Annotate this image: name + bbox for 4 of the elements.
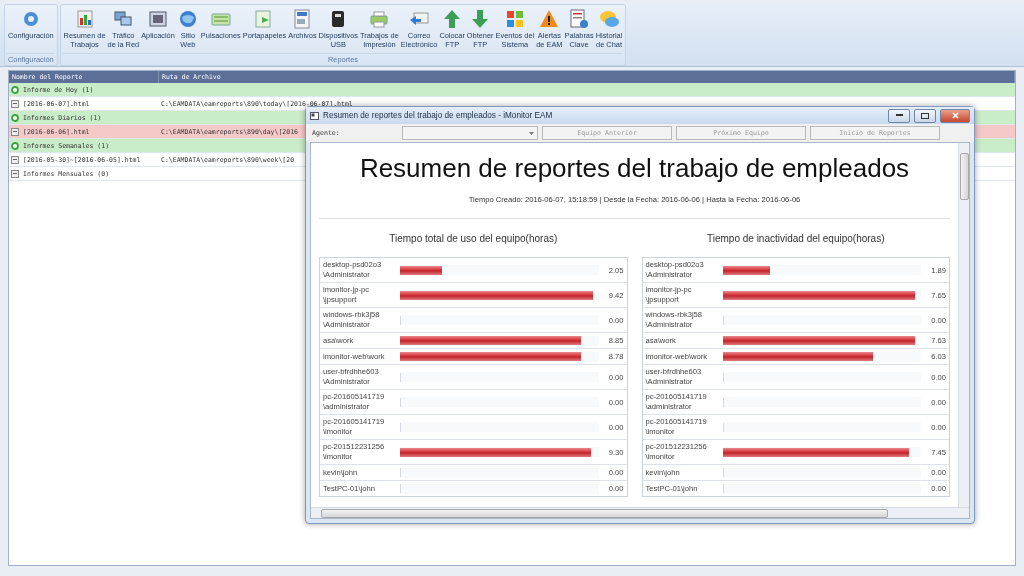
- section-title: Tiempo de inactividad del equipo(horas): [706, 233, 886, 244]
- section-title: Tiempo total de uso del equipo(horas): [388, 233, 559, 244]
- window-title: Resumen de reportes del trabajo de empleados - iMonitor EAM: [323, 111, 554, 120]
- report-heading: Resumen de reportes del trabajo de empleados: [358, 153, 911, 184]
